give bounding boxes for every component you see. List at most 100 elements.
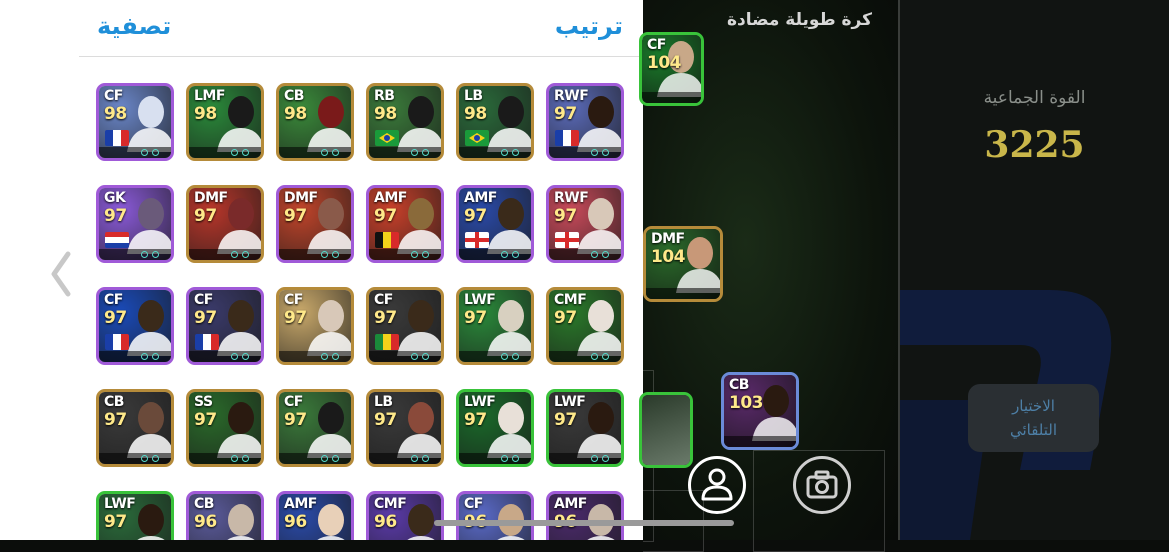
player-card[interactable]: CF96	[456, 491, 534, 540]
player-card[interactable]: DMF 97	[276, 185, 354, 263]
profile-button[interactable]	[688, 456, 746, 514]
card-rating: 97	[554, 104, 577, 124]
player-card[interactable]: LWF 97	[546, 389, 624, 467]
player-card[interactable]: LWF 97	[456, 389, 534, 467]
player-card[interactable]: LWF 97	[96, 491, 174, 540]
player-card[interactable]: LB 98	[456, 83, 534, 161]
player-card[interactable]: RWF 97	[546, 83, 624, 161]
chevron-left-icon[interactable]	[46, 248, 76, 300]
card-rating: 98	[464, 104, 487, 124]
skill-dot	[591, 149, 598, 156]
player-card[interactable]: AMF96	[546, 491, 624, 540]
pitch-player-card[interactable]: DMF 104	[643, 226, 723, 302]
card-position: DMF	[194, 190, 228, 206]
card-skill-bar	[369, 351, 441, 362]
skill-dot	[501, 251, 508, 258]
card-rating: 97	[554, 410, 577, 430]
card-position: LMF	[194, 88, 225, 104]
player-card[interactable]: CF 97	[96, 287, 174, 365]
skill-dot	[332, 353, 339, 360]
player-card[interactable]: AMF 97	[456, 185, 534, 263]
panel-header: تصفية ترتيب	[79, 0, 643, 57]
player-card[interactable]: CF 97	[276, 389, 354, 467]
skill-dot	[152, 149, 159, 156]
skill-dot	[332, 149, 339, 156]
player-card[interactable]: CB 98	[276, 83, 354, 161]
player-card[interactable]: LWF 97	[456, 287, 534, 365]
player-card[interactable]: LB 97	[366, 389, 444, 467]
player-card[interactable]: AMF 97	[366, 185, 444, 263]
skill-dot	[321, 149, 328, 156]
player-card[interactable]: CF 97	[276, 287, 354, 365]
card-position: AMF	[284, 496, 317, 512]
card-position: RWF	[554, 88, 589, 104]
card-position: CF	[104, 88, 123, 104]
card-skill-bar	[189, 453, 261, 464]
player-card[interactable]: LMF 98	[186, 83, 264, 161]
pitch-player-card[interactable]	[639, 392, 693, 468]
player-card[interactable]: GK 97	[96, 185, 174, 263]
card-position: GK	[104, 190, 126, 206]
card-skill-bar	[642, 92, 701, 103]
card-skill-bar	[459, 453, 531, 464]
sort-button[interactable]: ترتيب	[555, 12, 623, 40]
camera-button[interactable]	[793, 456, 851, 514]
card-rating: 98	[374, 104, 397, 124]
card-position: LWF	[464, 394, 496, 410]
pitch-player-card[interactable]: CF 104	[639, 32, 704, 106]
auto-select-button[interactable]: الاختيار التلقائي	[968, 384, 1099, 452]
filter-button[interactable]: تصفية	[97, 12, 171, 40]
skill-dot	[512, 353, 519, 360]
skill-dot	[141, 353, 148, 360]
card-skill-bar	[646, 288, 720, 299]
card-position: SS	[194, 394, 213, 410]
skill-dot	[501, 149, 508, 156]
card-skill-bar	[279, 147, 351, 158]
card-skill-bar	[99, 453, 171, 464]
card-rating: 97	[464, 410, 487, 430]
player-card[interactable]: CF 97	[186, 287, 264, 365]
skill-dot	[141, 455, 148, 462]
player-card[interactable]: CB 96	[186, 491, 264, 540]
player-card[interactable]: CF 98	[96, 83, 174, 161]
skill-dot	[591, 455, 598, 462]
skill-dot	[422, 455, 429, 462]
card-rating: 96	[284, 512, 307, 532]
card-rating: 96	[194, 512, 217, 532]
person-icon	[701, 468, 733, 501]
skill-dot	[591, 251, 598, 258]
player-portrait	[307, 96, 351, 152]
player-card[interactable]: CMF 96	[366, 491, 444, 540]
player-card[interactable]: CF 97	[366, 287, 444, 365]
player-card[interactable]: CB 97	[96, 389, 174, 467]
player-card[interactable]: DMF 97	[186, 185, 264, 263]
skill-dot	[242, 149, 249, 156]
card-position: CF	[374, 292, 393, 308]
player-selection-panel: تصفية ترتيب CF 98 LMF 98 CB 98 RB 98 LB 98 RWF 97 GK…	[79, 0, 643, 540]
skill-dot	[231, 251, 238, 258]
player-card[interactable]: RB 98	[366, 83, 444, 161]
card-skill-bar	[549, 453, 621, 464]
card-position: RWF	[554, 190, 589, 206]
player-card[interactable]: RWF 97	[546, 185, 624, 263]
skill-dot	[332, 251, 339, 258]
nation-flag	[195, 334, 219, 350]
card-rating: 97	[374, 410, 397, 430]
skill-dot	[141, 149, 148, 156]
skill-dot	[411, 455, 418, 462]
skill-dot	[411, 353, 418, 360]
card-position: CF	[647, 37, 666, 53]
pitch-player-card[interactable]: CB 103	[721, 372, 799, 450]
team-strength-label: القوة الجماعية	[983, 88, 1086, 108]
player-card[interactable]: CMF 97	[546, 287, 624, 365]
player-card[interactable]: AMF96	[276, 491, 354, 540]
card-skill-bar	[549, 351, 621, 362]
card-position: CB	[729, 377, 749, 393]
skill-dot	[422, 149, 429, 156]
card-rating: 98	[194, 104, 217, 124]
player-card[interactable]: SS 97	[186, 389, 264, 467]
skill-dot	[591, 353, 598, 360]
card-position: AMF	[554, 496, 587, 512]
camera-icon	[806, 470, 838, 499]
card-rating: 103	[729, 393, 764, 413]
